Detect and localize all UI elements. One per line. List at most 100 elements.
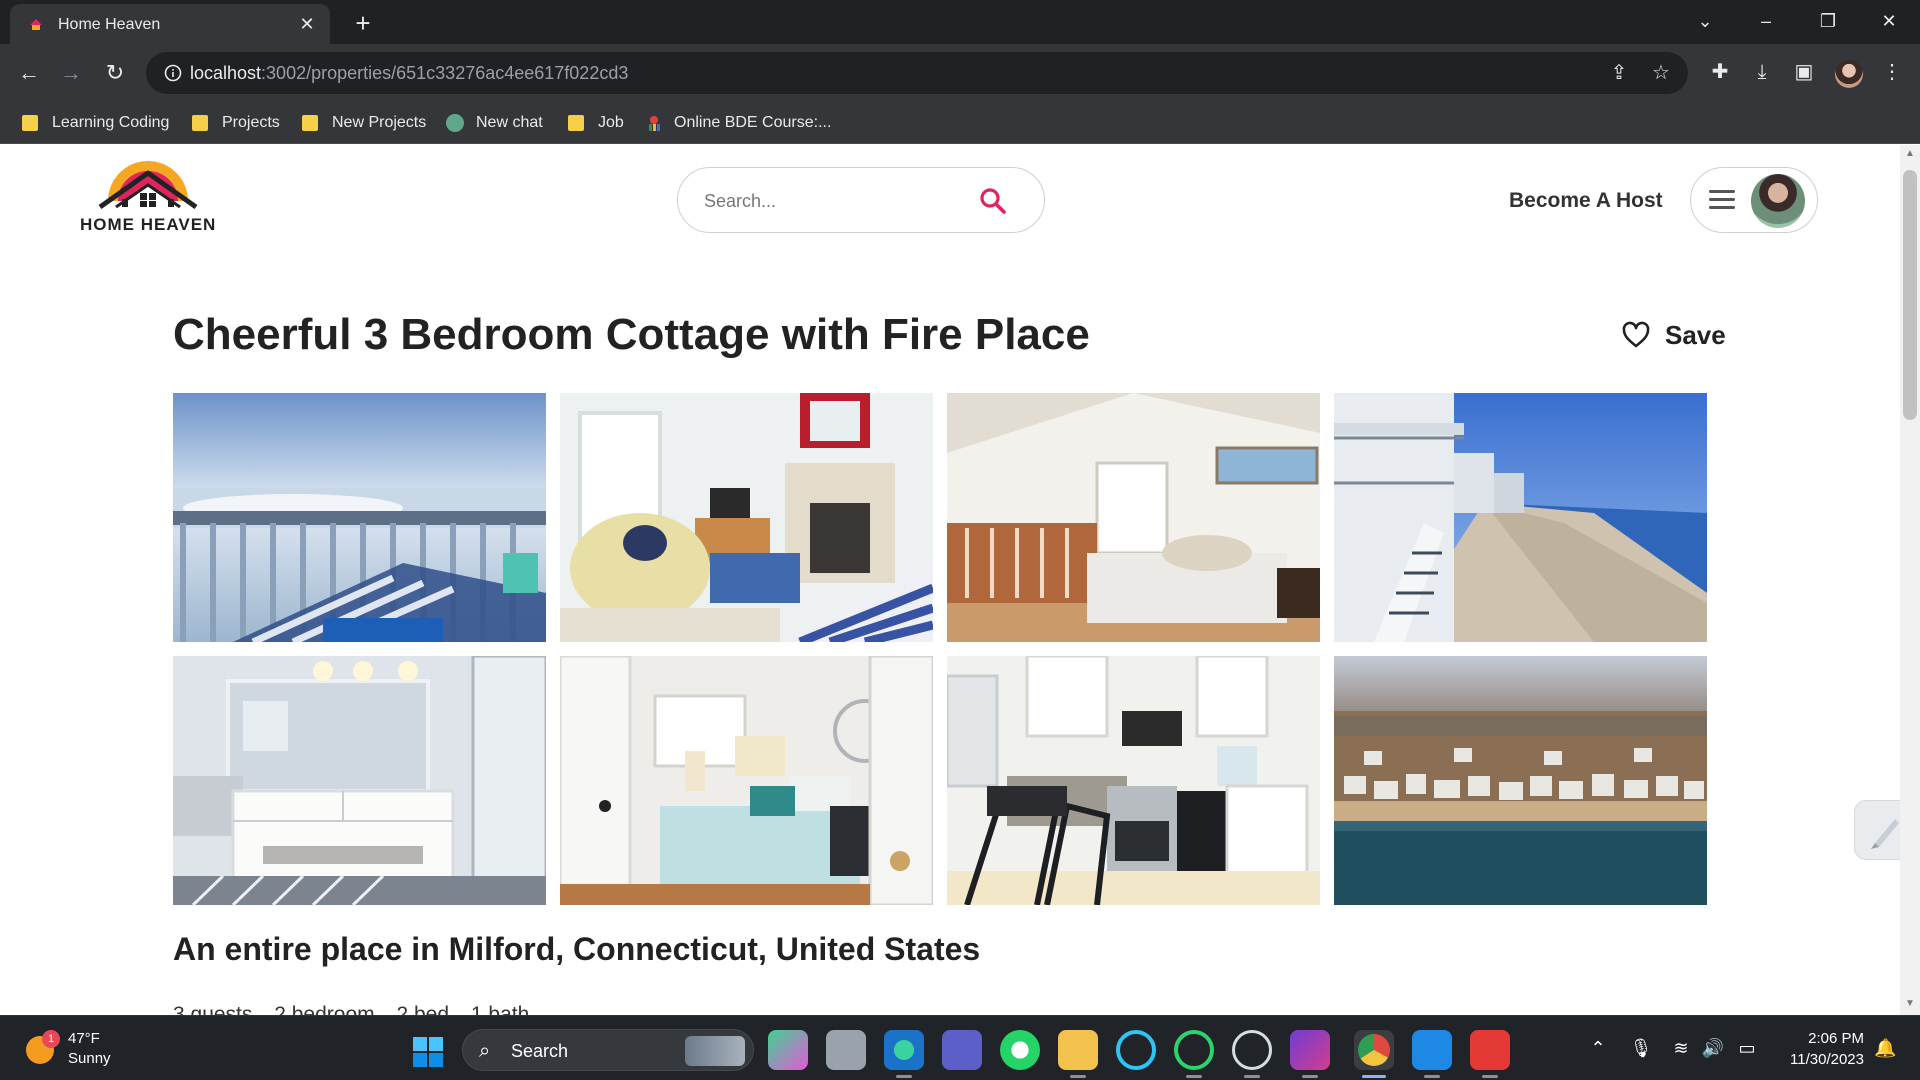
url-text[interactable]: localhost:3002/properties/651c33276ac4ee…: [190, 63, 628, 84]
profile-avatar[interactable]: [1835, 60, 1863, 88]
bookmark-bde-course[interactable]: Online BDE Course:...: [646, 111, 831, 135]
tracker-app-icon[interactable]: [1174, 1030, 1214, 1070]
bath-count: 1 bath: [470, 1003, 530, 1015]
site-info-icon[interactable]: [164, 64, 182, 82]
app-indicator: [1482, 1075, 1498, 1078]
more-menu-icon[interactable]: ⋮: [1878, 58, 1906, 86]
close-tab-icon[interactable]: ✕: [296, 13, 318, 35]
listing-title: Cheerful 3 Bedroom Cottage with Fire Pla…: [173, 310, 1090, 359]
teams-icon[interactable]: [942, 1030, 982, 1070]
bookmark-label: New chat: [476, 114, 543, 131]
edge-icon[interactable]: [884, 1030, 924, 1070]
forward-arrow-icon[interactable]: →: [56, 58, 86, 88]
volume-icon[interactable]: 🔊: [1700, 1038, 1726, 1059]
bookmark-job[interactable]: Job: [568, 111, 624, 135]
bed-count: 2 bed: [396, 1003, 450, 1015]
bookmark-label: New Projects: [332, 114, 427, 131]
hamburger-menu-icon: [1709, 190, 1735, 210]
browser-tab[interactable]: Home Heaven ✕: [10, 4, 330, 44]
tab-search-chevron-icon[interactable]: ⌄: [1685, 6, 1725, 36]
pen-icon: [1871, 819, 1899, 849]
scroll-up-icon[interactable]: ▲: [1900, 148, 1920, 164]
reload-icon[interactable]: ↻: [100, 58, 130, 88]
microphone-icon[interactable]: 🎙: [1628, 1038, 1654, 1059]
scrollbar-thumb[interactable]: [1903, 170, 1917, 420]
url-path: :3002/properties/651c33276ac4ee617f022cd…: [261, 63, 629, 83]
save-button[interactable]: Save: [1621, 317, 1726, 353]
new-tab-button[interactable]: +: [348, 8, 378, 38]
anydesk-icon[interactable]: [1470, 1030, 1510, 1070]
bookmark-learning-coding[interactable]: Learning Coding: [22, 111, 169, 135]
beach-houses-photo[interactable]: [1334, 393, 1707, 642]
download-icon[interactable]: ⤓: [1748, 58, 1776, 86]
bathroom-vanity-photo[interactable]: [173, 656, 546, 905]
bookmark-label: Job: [598, 114, 624, 131]
bookmark-new-projects[interactable]: New Projects: [302, 111, 426, 135]
bookmark-new-chat[interactable]: New chat: [446, 111, 543, 135]
extensions-icon[interactable]: ✚: [1706, 58, 1734, 86]
folder-icon: [568, 115, 584, 131]
bookmark-label: Projects: [222, 114, 280, 131]
weather-widget[interactable]: 1 47°F Sunny: [26, 1030, 136, 1070]
scroll-down-icon[interactable]: ▼: [1900, 998, 1920, 1014]
search-bar[interactable]: [677, 167, 1045, 233]
floating-widget-button[interactable]: [1854, 800, 1900, 860]
minimize-icon[interactable]: –: [1746, 6, 1786, 36]
bookmark-projects[interactable]: Projects: [192, 111, 280, 135]
clock-time: 2:06 PM: [1808, 1030, 1864, 1047]
become-host-link[interactable]: Become A Host: [1509, 189, 1663, 213]
user-menu-button[interactable]: [1690, 167, 1818, 233]
search-input[interactable]: [704, 186, 964, 216]
cortana-icon[interactable]: [1116, 1030, 1156, 1070]
back-arrow-icon[interactable]: ←: [14, 58, 44, 88]
folder-icon: [22, 115, 38, 131]
app-indicator: [1244, 1075, 1260, 1078]
chrome-icon[interactable]: [1358, 1034, 1390, 1066]
save-label: Save: [1665, 319, 1726, 350]
guests-count: 3 guests: [173, 1003, 253, 1015]
notification-bell-icon[interactable]: 🔔: [1874, 1038, 1896, 1059]
folder-icon: [192, 115, 208, 131]
loft-bedroom-photo[interactable]: [947, 393, 1320, 642]
bookmarks-bar: Learning Coding Projects New Projects Ne…: [0, 102, 1920, 144]
search-icon[interactable]: [978, 186, 1008, 216]
battery-icon[interactable]: ▭: [1734, 1038, 1760, 1059]
bookmark-star-icon[interactable]: ☆: [1650, 62, 1672, 84]
obs-icon[interactable]: [1232, 1030, 1272, 1070]
kitchen-photo[interactable]: [947, 656, 1320, 905]
user-avatar: [1751, 174, 1805, 228]
address-bar[interactable]: localhost:3002/properties/651c33276ac4ee…: [146, 52, 1688, 94]
windows-start-icon[interactable]: [412, 1036, 444, 1068]
browser-tab-bar: Home Heaven ✕ + ⌄ – ❐ ✕: [0, 0, 1920, 44]
photo-gallery: [173, 393, 1707, 905]
house-favicon-icon: [30, 19, 42, 30]
clipchamp-icon[interactable]: [1290, 1030, 1330, 1070]
copilot-preview-icon[interactable]: [768, 1030, 808, 1070]
vscode-icon[interactable]: [1412, 1030, 1452, 1070]
weather-badge: 1: [42, 1030, 60, 1048]
side-panel-icon[interactable]: ▣: [1790, 58, 1818, 86]
wifi-icon[interactable]: ≋: [1668, 1038, 1694, 1059]
bde-icon: [649, 116, 660, 131]
living-room-fireplace-photo[interactable]: [560, 393, 933, 642]
small-bedroom-photo[interactable]: [560, 656, 933, 905]
tray-overflow-icon[interactable]: ⌃: [1585, 1038, 1611, 1059]
taskbar-search-label: Search: [511, 1041, 569, 1061]
whatsapp-icon[interactable]: [1000, 1030, 1040, 1070]
taskbar-search[interactable]: ⌕ Search: [462, 1029, 754, 1071]
search-icon: ⌕: [479, 1040, 491, 1062]
aerial-coastline-photo[interactable]: [1334, 656, 1707, 905]
file-explorer-icon[interactable]: [1058, 1030, 1098, 1070]
weather-condition: Sunny: [68, 1050, 111, 1067]
weather-temp: 47°F: [68, 1030, 100, 1047]
clock-date: 11/30/2023: [1790, 1051, 1864, 1068]
close-window-icon[interactable]: ✕: [1869, 6, 1909, 36]
chatgpt-icon: [446, 114, 464, 132]
restore-icon[interactable]: ❐: [1808, 6, 1848, 36]
balcony-ocean-photo[interactable]: [173, 393, 546, 642]
url-host: localhost: [190, 63, 262, 83]
app-indicator: [896, 1075, 912, 1078]
share-icon[interactable]: ⇪: [1608, 62, 1630, 84]
system-clock[interactable]: 2:06 PM 11/30/2023: [1776, 1028, 1864, 1070]
task-view-icon[interactable]: [826, 1030, 866, 1070]
